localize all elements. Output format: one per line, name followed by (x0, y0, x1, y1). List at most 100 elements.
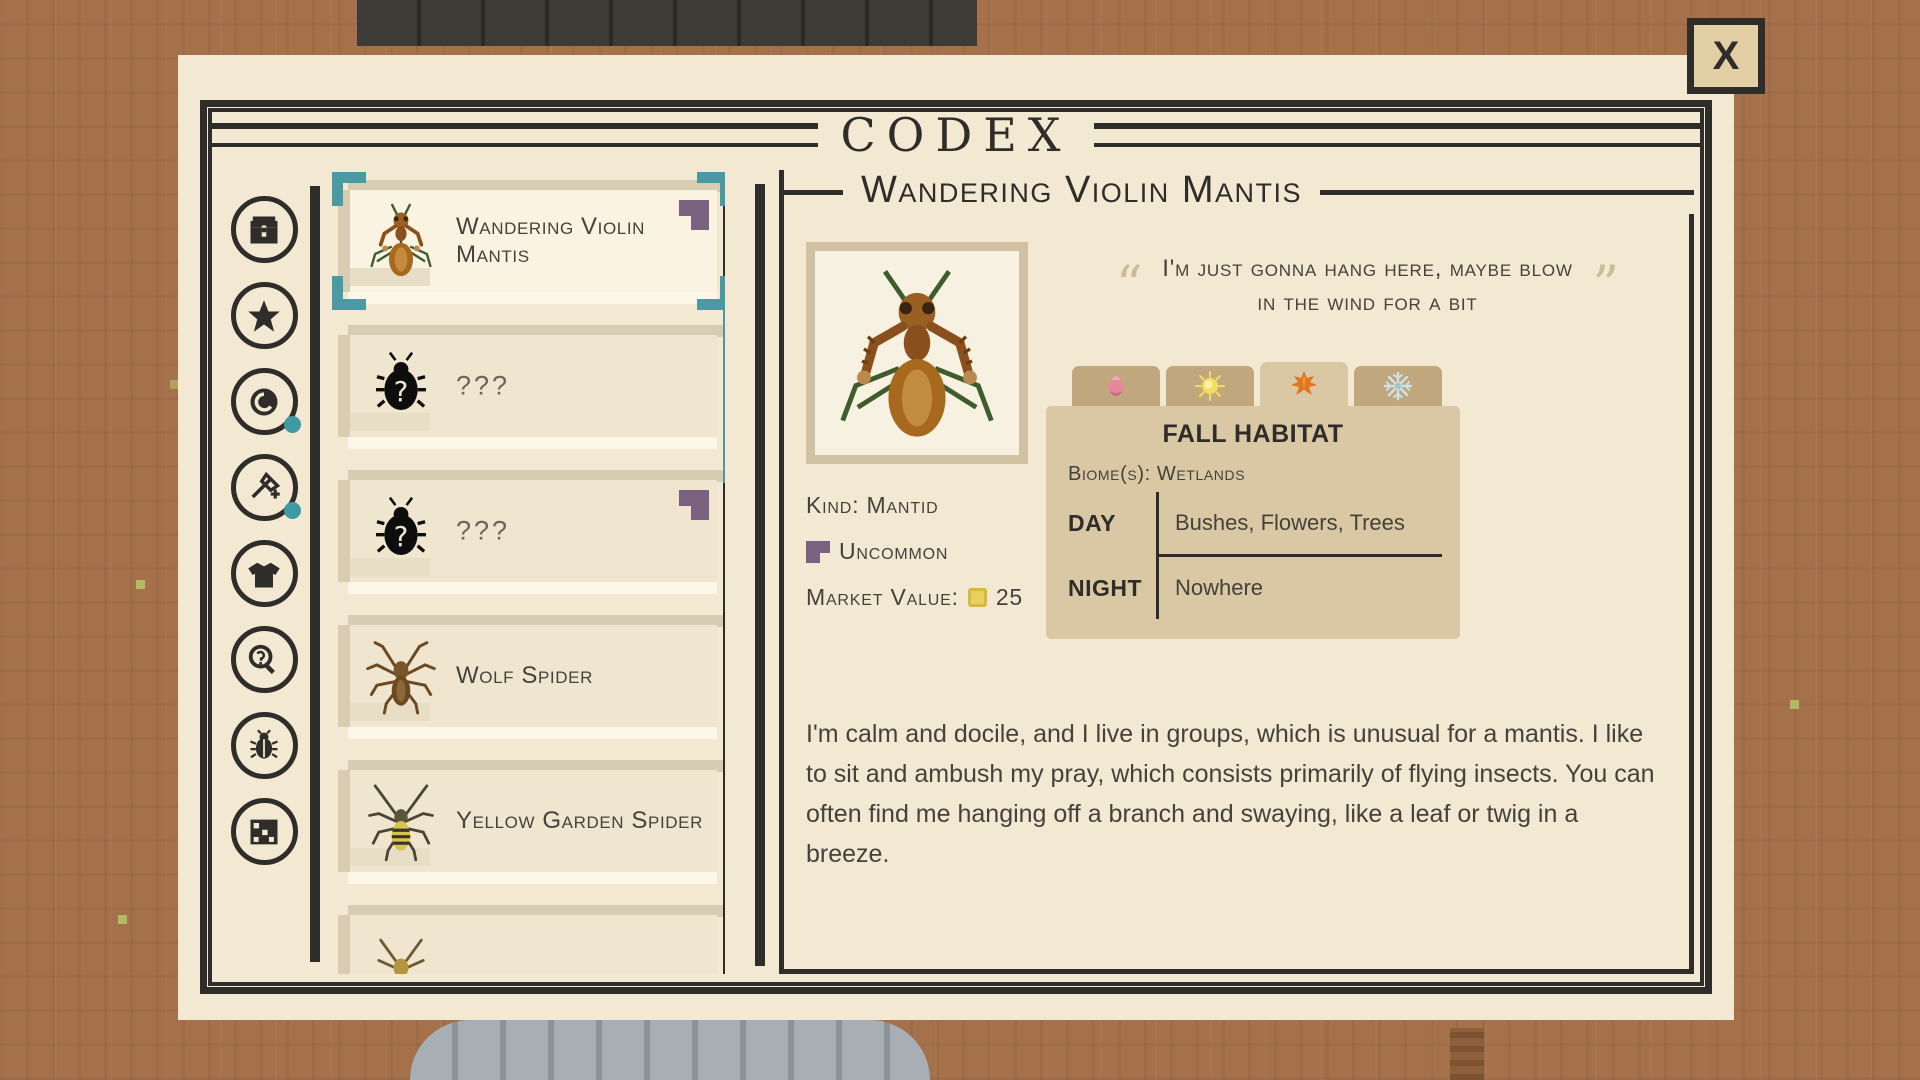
leaf-icon (1291, 371, 1317, 395)
list-item-label: ??? (456, 515, 511, 546)
background-post (1450, 1028, 1484, 1080)
star-icon (248, 299, 280, 332)
species-sprite-partial (377, 938, 425, 974)
habitat-row-separator (1156, 492, 1159, 554)
background-tile-strip (357, 0, 977, 46)
row-highlight (348, 727, 717, 739)
species-sprite-unknown: ? (376, 496, 426, 556)
list-detail-divider (755, 184, 765, 966)
habitat-row-value: Nowhere (1175, 575, 1264, 600)
species-description: I'm calm and docile, and I live in group… (806, 720, 1655, 868)
list-item[interactable]: Wolf Spider (338, 615, 725, 739)
list-item[interactable] (338, 905, 725, 974)
sidebar-item-research[interactable] (230, 626, 298, 693)
background-stone (410, 1020, 930, 1080)
season-tabs (1046, 362, 1460, 406)
rarity-corner-tag (679, 490, 709, 520)
species-list[interactable]: Wandering Violin Mantis ? ??? ? ??? Wolf… (320, 170, 725, 974)
background-speck (136, 580, 145, 589)
selection-bracket (720, 276, 725, 310)
notification-dot (283, 416, 301, 433)
list-item[interactable]: Yellow Garden Spider (338, 760, 725, 884)
beetle-icon (250, 728, 278, 759)
habitat-row-value: Bushes, Flowers, Trees (1175, 510, 1405, 535)
detail-panel: Wandering Violin Mantis Kind: Mantid Unc… (779, 169, 1694, 974)
row-highlight (348, 872, 717, 884)
season-tab-fall[interactable] (1260, 362, 1348, 406)
background-speck (118, 915, 127, 924)
species-sprite-unknown: ? (376, 351, 426, 411)
habitat-row-day: DAY Bushes, Flowers, Trees (1064, 492, 1442, 554)
close-icon: X (1712, 34, 1740, 78)
title-rule-right (1093, 123, 1704, 147)
codex-content: Wandering Violin Mantis ? ??? ? ??? Wolf… (218, 169, 1694, 974)
flavor-quote: “ I'm just gonna hang here, maybe blow i… (1056, 252, 1679, 320)
detail-rule-right (1320, 189, 1694, 195)
list-item[interactable]: ? ??? (338, 325, 725, 449)
coin-icon (250, 388, 278, 415)
season-tab-spring[interactable] (1072, 366, 1160, 406)
list-item-label: ??? (456, 370, 511, 401)
shirt-icon (248, 562, 280, 587)
chest-icon (250, 216, 278, 243)
sidebar-item-favorites[interactable] (230, 282, 298, 349)
notification-dot (283, 502, 301, 519)
svg-text:?: ? (394, 375, 409, 408)
quote-text: I'm just gonna hang here, maybe blow in … (1162, 255, 1573, 317)
season-tab-winter[interactable] (1354, 366, 1442, 406)
quote-open-icon: “ (1115, 256, 1143, 316)
sidebar-item-apparel[interactable] (230, 540, 298, 607)
page-title: CODEX (818, 112, 1094, 158)
row-highlight (348, 292, 717, 304)
list-item-label: Wolf Spider (456, 662, 593, 689)
list-item[interactable]: Wandering Violin Mantis (332, 172, 725, 310)
habitat-heading: FALL HABITAT (1162, 420, 1344, 448)
portrait-frame (806, 242, 1028, 464)
biome-line: Biome(s): Wetlands (1068, 463, 1246, 485)
sidebar-item-bugs[interactable] (230, 712, 298, 779)
market-value-amount: 25 (995, 584, 1024, 610)
portrait-mantis-art (840, 270, 994, 437)
sidebar-item-collection[interactable] (230, 196, 298, 263)
market-value-label: Market Value: (806, 584, 959, 610)
net-tool-icon (251, 471, 281, 499)
sun-icon (1195, 371, 1225, 401)
detail-title-bar: Wandering Violin Mantis (779, 168, 1694, 214)
list-item-label: Yellow Garden Spider (456, 807, 703, 834)
habitat-row-key: NIGHT (1068, 574, 1143, 601)
list-item[interactable]: ? ??? (338, 470, 725, 594)
species-sprite-wolf-spider (366, 641, 436, 715)
season-tab-summer[interactable] (1166, 366, 1254, 406)
svg-text:?: ? (394, 520, 409, 553)
portrait-inner (815, 251, 1019, 455)
quote-close-icon: ” (1592, 256, 1620, 316)
sidebar-item-tools[interactable] (230, 454, 301, 521)
title-rule-left (208, 123, 819, 147)
detail-title: Wandering Violin Mantis (861, 168, 1303, 211)
sidebar (218, 170, 310, 974)
close-button[interactable]: X (1687, 18, 1765, 94)
selection-bracket (332, 172, 343, 206)
rarity-label: Uncommon (839, 538, 949, 564)
habitat-row-separator (1156, 557, 1159, 619)
selection-bracket (332, 276, 343, 310)
habitat-row-night: NIGHT Nowhere (1064, 557, 1442, 619)
list-item-label: Wandering Violin Mantis (456, 213, 646, 268)
background-speck (1790, 700, 1799, 709)
map-icon (250, 819, 278, 844)
snowflake-icon (1383, 371, 1413, 401)
codex-window: CODEX Wandering Violin Mantis ? ??? ? ??… (178, 55, 1734, 1020)
detail-body: Kind: Mantid Uncommon Market Value: 25 “… (784, 214, 1689, 969)
habitat-section: FALL HABITAT Biome(s): Wetlands DAY Bush… (1046, 362, 1460, 639)
flower-icon (1107, 376, 1125, 396)
habitat-row-key: DAY (1068, 509, 1116, 536)
sidebar-item-map[interactable] (230, 798, 298, 865)
species-sprite-garden-spider (368, 784, 434, 862)
sidebar-item-currency[interactable] (230, 368, 301, 435)
coin-icon (967, 588, 987, 607)
window-title-bar: CODEX (178, 107, 1734, 163)
selection-bracket (720, 172, 725, 206)
detail-rule-left (779, 189, 843, 195)
rarity-icon (806, 540, 830, 563)
magnifier-icon (248, 644, 275, 674)
